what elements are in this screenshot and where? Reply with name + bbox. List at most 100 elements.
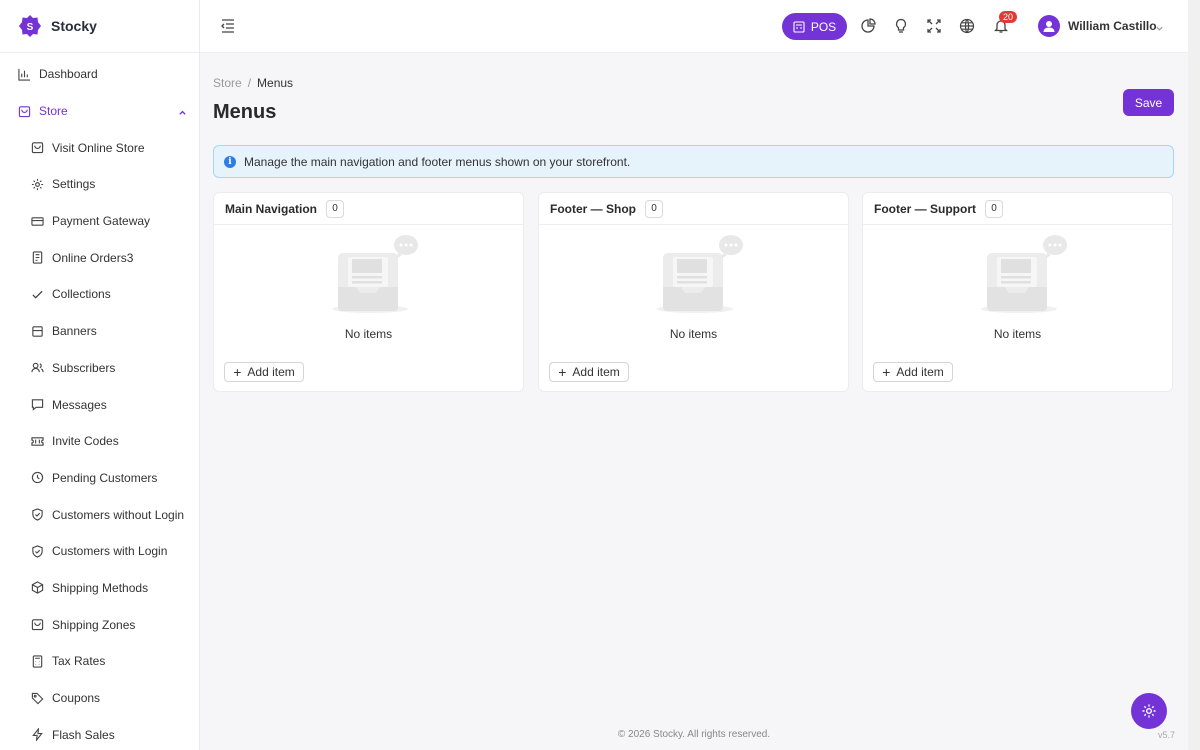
sidebar-item-messages[interactable]: Messages <box>0 386 199 423</box>
sidebar-item-shipping-methods[interactable]: Shipping Methods <box>0 570 199 607</box>
user-name[interactable]: William Castillo <box>1068 19 1157 33</box>
lightbulb-icon[interactable] <box>892 17 910 35</box>
empty-inbox-illustration <box>657 235 743 313</box>
empty-state-text: No items <box>669 327 718 341</box>
scrollbar[interactable] <box>1188 0 1200 750</box>
card-title: Main Navigation <box>225 201 318 216</box>
sidebar-item-banners[interactable]: Banners <box>0 313 199 350</box>
version-label: v5.7 <box>1158 730 1176 740</box>
pos-button-label: POS <box>810 19 837 34</box>
svg-text:S: S <box>27 22 34 33</box>
sidebar-item-collections[interactable]: Collections <box>0 276 199 313</box>
pos-register-icon <box>793 20 805 33</box>
menu-card-footer-shop: Footer — Shop 0 No items + Add item <box>538 192 849 392</box>
card-header: Footer — Shop 0 <box>539 193 848 225</box>
empty-state-text: No items <box>993 327 1042 341</box>
sidebar-item-label: Banners <box>52 324 97 339</box>
brand-logo-icon: S <box>19 15 41 37</box>
sidebar-item-subscribers[interactable]: Subscribers <box>0 350 199 387</box>
brand[interactable]: S Stocky <box>0 0 199 53</box>
sidebar-item-invite-codes[interactable]: Invite Codes <box>0 423 199 460</box>
check-icon <box>30 287 44 301</box>
globe-icon[interactable] <box>958 17 976 35</box>
add-item-label: Add item <box>896 365 944 379</box>
sidebar-item-pending-customers[interactable]: Pending Customers <box>0 460 199 497</box>
add-item-button[interactable]: + Add item <box>224 362 304 382</box>
clock-icon <box>30 471 44 485</box>
item-count-badge: 0 <box>985 199 1003 218</box>
bolt-icon <box>30 728 44 742</box>
bag-icon <box>30 141 44 155</box>
settings-fab[interactable] <box>1131 693 1167 729</box>
sidebar-item-customers-without-login[interactable]: Customers without Login <box>0 496 199 533</box>
sidebar-item-label: Store <box>39 104 68 119</box>
card-title: Footer — Support <box>874 201 976 216</box>
sidebar-item-label: Invite Codes <box>52 434 119 449</box>
banner-icon <box>30 324 44 338</box>
save-button[interactable]: Save <box>1123 89 1174 116</box>
footer-copyright: © 2026 Stocky. All rights reserved. <box>617 729 771 740</box>
sidebar-item-flash-sales[interactable]: Flash Sales <box>0 716 199 750</box>
chevron-down-icon[interactable] <box>1155 22 1164 36</box>
sidebar-nav: Dashboard Store Visit Online Store Setti… <box>0 53 199 750</box>
plus-icon: + <box>233 364 242 380</box>
sidebar-item-label: Customers without Login <box>52 507 185 522</box>
sidebar: S Stocky Dashboard Store Visit Online St… <box>0 0 200 750</box>
gear-icon <box>1142 704 1156 718</box>
add-item-label: Add item <box>572 365 620 379</box>
add-item-label: Add item <box>247 365 295 379</box>
sidebar-item-store[interactable]: Store <box>0 93 199 130</box>
add-item-button[interactable]: + Add item <box>873 362 953 382</box>
sidebar-item-label: Payment Gateway <box>52 214 151 229</box>
sidebar-item-customers-with-login[interactable]: Customers with Login <box>0 533 199 570</box>
pie-chart-icon[interactable] <box>859 17 877 35</box>
sidebar-item-label: Coupons <box>52 691 101 706</box>
shield-check-icon <box>30 508 44 522</box>
sidebar-item-label: Pending Customers <box>52 470 158 485</box>
sidebar-item-label: Shipping Zones <box>52 617 136 632</box>
sidebar-item-online-orders[interactable]: Online Orders3 <box>0 239 199 276</box>
brand-name: Stocky <box>51 18 97 34</box>
sidebar-item-tax-rates[interactable]: Tax Rates <box>0 643 199 680</box>
sidebar-item-settings[interactable]: Settings <box>0 166 199 203</box>
sidebar-item-label: Shipping Methods <box>52 580 149 595</box>
card-title: Footer — Shop <box>550 201 636 216</box>
empty-inbox-illustration <box>981 235 1067 313</box>
sidebar-item-label: Customers with Login <box>52 544 168 559</box>
plus-icon: + <box>558 364 567 380</box>
gear-icon <box>30 177 44 191</box>
breadcrumb-parent[interactable]: Store <box>213 76 242 90</box>
info-alert: i Manage the main navigation and footer … <box>213 145 1174 178</box>
sidebar-item-shipping-zones[interactable]: Shipping Zones <box>0 606 199 643</box>
breadcrumb: Store / Menus <box>213 76 293 90</box>
sidebar-item-label: Collections <box>52 287 111 302</box>
sidebar-item-label: Visit Online Store <box>52 140 145 155</box>
sidebar-item-coupons[interactable]: Coupons <box>0 680 199 717</box>
add-item-button[interactable]: + Add item <box>549 362 629 382</box>
calculator-icon <box>30 654 44 668</box>
menu-toggle-icon[interactable] <box>220 18 236 37</box>
sidebar-item-label: Messages <box>52 397 107 412</box>
tag-icon <box>30 691 44 705</box>
sidebar-item-label: Tax Rates <box>52 654 106 669</box>
sidebar-item-label: Subscribers <box>52 360 116 375</box>
store-bag-icon <box>17 104 31 118</box>
pos-button[interactable]: POS <box>782 13 847 40</box>
sidebar-item-label: Flash Sales <box>52 727 115 742</box>
receipt-icon <box>30 251 44 265</box>
item-count-badge: 0 <box>645 199 663 218</box>
shield-check-icon <box>30 544 44 558</box>
box-icon <box>30 581 44 595</box>
sidebar-item-dashboard[interactable]: Dashboard <box>0 56 199 93</box>
empty-inbox-illustration <box>332 235 418 313</box>
ticket-icon <box>30 434 44 448</box>
fullscreen-icon[interactable] <box>925 17 943 35</box>
card-header: Footer — Support 0 <box>863 193 1172 225</box>
sidebar-item-label: Online Orders3 <box>52 250 134 265</box>
bag-icon <box>30 618 44 632</box>
topbar: POS 20 William Castillo <box>200 0 1188 53</box>
user-avatar[interactable] <box>1038 15 1060 37</box>
item-count-badge: 0 <box>326 199 345 218</box>
sidebar-item-visit-online-store[interactable]: Visit Online Store <box>0 129 199 166</box>
sidebar-item-payment-gateway[interactable]: Payment Gateway <box>0 203 199 240</box>
